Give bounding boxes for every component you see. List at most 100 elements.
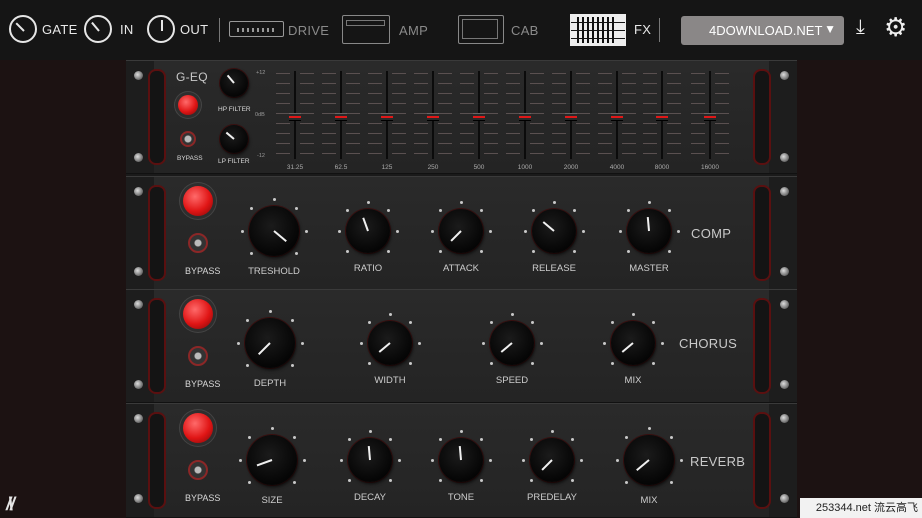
eq-band-label: 8000 — [654, 164, 670, 171]
eq-scale-tick — [414, 153, 428, 154]
drive-tab[interactable]: DRIVE — [229, 21, 329, 41]
preset-dropdown[interactable]: 4DOWNLOAD.NET ▼ — [681, 16, 844, 45]
eq-scale-tick — [715, 73, 729, 74]
bypass-label: BYPASS — [185, 493, 221, 503]
power-led[interactable] — [183, 299, 213, 329]
knob-label: DECAY — [353, 492, 387, 503]
knob-scale-dot — [626, 208, 630, 212]
knob-scale-dot — [409, 320, 412, 324]
mix-knob[interactable] — [624, 435, 674, 485]
eq-slider-handle[interactable] — [704, 113, 716, 121]
release-knob[interactable] — [532, 209, 576, 253]
eq-scale-tick — [667, 123, 681, 124]
eq-scale-tick — [276, 93, 290, 94]
cab-tab[interactable]: CAB — [458, 15, 538, 47]
bypass-switch[interactable] — [180, 131, 196, 147]
eq-scale-tick — [643, 123, 657, 124]
knob-scale-dot — [539, 341, 543, 345]
download-icon[interactable]: ⤓ — [856, 16, 865, 39]
knob-label: ATTACK — [442, 263, 480, 274]
eq-slider-handle[interactable] — [611, 113, 623, 121]
size-knob[interactable] — [247, 435, 297, 485]
eq-scale-tick — [346, 113, 360, 114]
eq-scale-tick — [576, 73, 590, 74]
eq-slider-handle[interactable] — [381, 113, 393, 121]
mix-knob[interactable] — [611, 321, 655, 365]
rack-handle — [148, 185, 166, 281]
eq-scale-tick — [276, 73, 290, 74]
app-logo: /\/ — [6, 494, 15, 514]
depth-knob[interactable] — [245, 318, 295, 368]
eq-scale-tick — [484, 103, 498, 104]
gate-knob[interactable] — [9, 15, 37, 43]
amp-tab[interactable]: AMP — [342, 15, 432, 47]
knob-scale-dot — [521, 458, 525, 462]
eq-slider-handle[interactable] — [427, 113, 439, 121]
knob-scale-dot — [481, 341, 485, 345]
knob-label: WIDTH — [374, 375, 406, 386]
tone-knob[interactable] — [439, 438, 483, 482]
hp-filter-knob[interactable] — [220, 69, 248, 97]
treshold-knob[interactable] — [249, 206, 299, 256]
rack-handle — [753, 69, 771, 165]
eq-slider-handle[interactable] — [335, 113, 347, 121]
eq-scale-tick — [643, 143, 657, 144]
master-knob[interactable] — [627, 209, 671, 253]
eq-scale-tick — [276, 83, 290, 84]
eq-scale-tick — [484, 93, 498, 94]
ratio-knob[interactable] — [346, 209, 390, 253]
fx-tab[interactable]: FX — [570, 14, 651, 48]
output-knob[interactable] — [147, 15, 175, 43]
predelay-knob[interactable] — [530, 438, 574, 482]
speed-knob[interactable] — [490, 321, 534, 365]
eq-slider-handle[interactable] — [473, 113, 485, 121]
knob-label: RELEASE — [532, 263, 576, 274]
eq-scale-tick — [622, 73, 636, 74]
eq-scale-tick — [300, 153, 314, 154]
knob-scale-dot — [676, 229, 680, 233]
input-knob[interactable] — [84, 15, 112, 43]
eq-slider-handle[interactable] — [519, 113, 531, 121]
knob-indicator — [367, 445, 371, 461]
rack-ear-right — [753, 290, 797, 402]
eq-scale-tick — [322, 73, 336, 74]
eq-scale-tick — [414, 113, 428, 114]
knob-scale-dot — [670, 481, 674, 485]
eq-scale-tick — [300, 123, 314, 124]
geq-module: G-EQ BYPASS HP FILTER LP FILTER +12 0dB … — [126, 60, 797, 174]
eq-band-label: 62.5 — [334, 164, 348, 171]
power-led[interactable] — [183, 413, 213, 443]
eq-scale-tick — [506, 133, 520, 134]
rack-handle — [753, 412, 771, 509]
eq-scale-tick — [484, 153, 498, 154]
attack-knob[interactable] — [439, 209, 483, 253]
amp-head-icon — [342, 15, 390, 44]
gear-icon[interactable]: ⚙ — [884, 12, 907, 42]
eq-scale-tick — [530, 143, 544, 144]
eq-slider-handle[interactable] — [289, 113, 301, 121]
eq-scale-tick — [552, 153, 566, 154]
bypass-switch[interactable] — [188, 460, 208, 480]
power-led[interactable] — [178, 95, 198, 115]
knob-indicator — [621, 342, 634, 353]
decay-knob[interactable] — [348, 438, 392, 482]
eq-scale-tick — [438, 113, 452, 114]
screw-icon — [780, 414, 789, 423]
lp-filter-knob[interactable] — [220, 125, 248, 153]
screw-icon — [780, 267, 789, 276]
eq-slider-handle[interactable] — [656, 113, 668, 121]
eq-scale-tick — [622, 133, 636, 134]
eq-scale-tick — [392, 93, 406, 94]
eq-scale-tick — [346, 73, 360, 74]
screw-icon — [780, 71, 789, 80]
eq-slider-handle[interactable] — [565, 113, 577, 121]
eq-scale-tick — [530, 73, 544, 74]
power-led[interactable] — [183, 186, 213, 216]
eq-scale-tick — [392, 123, 406, 124]
bypass-switch[interactable] — [188, 346, 208, 366]
rack-ear-left — [126, 404, 166, 517]
watermark: 253344.net 流云高飞 — [800, 498, 922, 518]
width-knob[interactable] — [368, 321, 412, 365]
bypass-switch[interactable] — [188, 233, 208, 253]
eq-scale-tick — [598, 93, 612, 94]
